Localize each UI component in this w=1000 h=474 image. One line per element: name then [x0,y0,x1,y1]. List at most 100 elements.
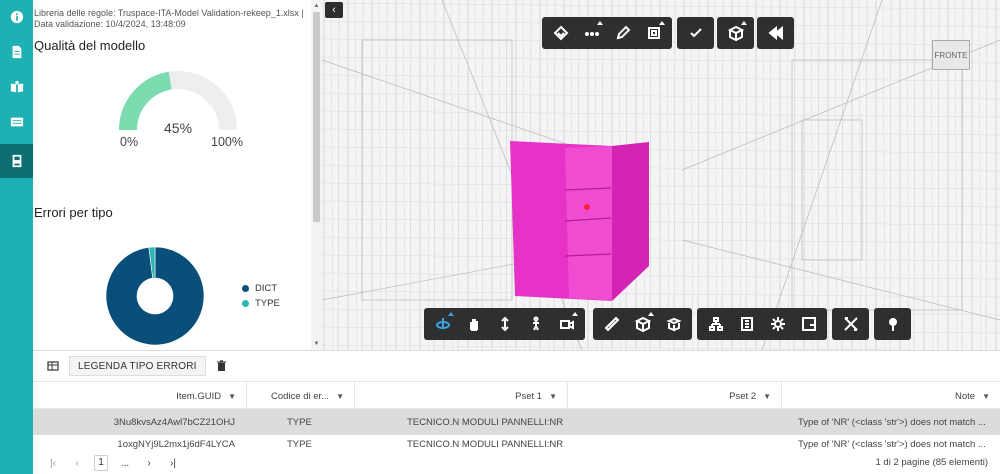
collapse-panel-button[interactable]: ‹ [325,2,343,18]
camera-button[interactable] [551,308,582,340]
model-browser-button[interactable] [700,308,731,340]
errors-grid: LEGENDA TIPO ERRORI Item.GUID ▼ Codice di… [33,350,1000,474]
properties-button[interactable] [731,308,762,340]
quality-title: Qualità del modello [34,38,146,53]
page-ellipsis[interactable]: ... [113,458,137,469]
scroll-thumb[interactable] [313,12,320,222]
orbit-tool-button[interactable] [427,308,458,340]
cube-plus-button[interactable] [720,17,751,49]
validate-check-button[interactable] [680,17,711,49]
validation-date-text: Data validazione: 10/4/2024, 13:48:09 [34,19,186,29]
document-icon [12,45,21,59]
col-header-pset2[interactable]: Pset 2 ▼ [568,382,782,410]
rewind-icon [767,25,783,41]
rail-item-card[interactable] [0,105,33,139]
filter-icon[interactable]: ▼ [549,392,557,401]
col-label-note: Note [955,390,976,402]
bottom-toolbar-model [697,308,827,340]
view-cube[interactable]: FRONTE [932,40,970,70]
panel-scrollbar[interactable]: ▲ ▼ [311,0,322,350]
legend-swatch-type [242,300,249,307]
legend-item-type[interactable]: TYPE [242,298,280,309]
grid-toolbar: LEGENDA TIPO ERRORI [33,351,1000,381]
explode-button[interactable] [658,308,689,340]
layers-tool-button[interactable] [545,17,576,49]
dots-tool-button[interactable] [576,17,607,49]
wireframe-scene [322,0,1000,350]
top-toolbar-group-3 [717,17,754,49]
section-button[interactable] [627,308,658,340]
filter-icon[interactable]: ▼ [763,392,771,401]
rail-item-document[interactable] [0,35,33,69]
pin-button[interactable] [877,308,908,340]
last-page-button[interactable]: ›| [161,458,185,469]
markup-pencil-button[interactable] [607,17,638,49]
dots-icon [584,32,599,36]
col-label-guid: Item.GUID [176,390,222,402]
rail-item-report[interactable] [0,144,33,178]
model-viewer[interactable]: ‹ FRONTE [322,0,1000,350]
page-button-current[interactable]: 1 [94,455,108,471]
report-panel: Libreria delle regole: Truspace-ITA-Mode… [33,0,322,350]
vertical-move-icon [500,316,509,332]
prev-page-button[interactable]: ‹ [65,458,89,469]
tools-button[interactable] [835,308,866,340]
validation-meta: Libreria delle regole: Truspace-ITA-Mode… [34,8,304,30]
first-person-button[interactable] [520,308,551,340]
bottom-toolbar-tools [832,308,869,340]
cube-plus-icon [727,25,744,41]
scroll-down-arrow[interactable]: ▼ [313,340,320,348]
legenda-button[interactable]: LEGENDA TIPO ERRORI [69,356,206,376]
bookmark-book-icon [12,154,21,168]
col-label-pset2: Pset 2 [729,390,757,402]
settings-button[interactable] [762,308,793,340]
left-rail [0,0,33,474]
book-open-icon [10,80,23,93]
first-page-button[interactable]: |‹ [41,458,65,469]
rail-item-book[interactable] [0,70,33,104]
scroll-up-arrow[interactable]: ▲ [313,2,320,10]
grid-header: Item.GUID ▼ Codice di er... ▼ Pset 1 ▼ Pset… [33,381,1000,410]
person-walk-icon [532,316,539,331]
crop-box-button[interactable] [638,17,669,49]
layers-diamond-icon [553,25,568,41]
filter-icon[interactable]: ▼ [228,392,236,401]
gauge-value: 45% [164,120,193,136]
rewind-button[interactable] [760,17,791,49]
bottom-toolbar-pin [874,308,911,340]
errors-title: Errori per tipo [34,205,113,220]
pan-tool-button[interactable] [458,308,489,340]
rail-item-info[interactable] [0,0,33,34]
col-header-pset1[interactable]: Pset 1 ▼ [355,382,568,410]
table-icon[interactable] [47,360,59,372]
filter-icon[interactable]: ▼ [336,392,344,401]
ruler-icon [604,316,619,332]
bottom-toolbar-navigation [424,308,585,340]
legend-label-dict: DICT [255,283,278,294]
info-icon [10,10,23,24]
col-header-guid[interactable]: Item.GUID ▼ [33,382,247,410]
pager-info: 1 di 2 pagine (85 elementi) [875,457,989,468]
measure-button[interactable] [596,308,627,340]
legend-item-dict[interactable]: DICT [242,283,277,294]
hand-pan-icon [469,319,478,331]
gauge-max-label: 100% [211,135,243,149]
vertical-move-button[interactable] [489,308,520,340]
trash-icon[interactable] [216,360,227,372]
fullscreen-button[interactable] [793,308,824,340]
col-header-code[interactable]: Codice di er... ▼ [247,382,355,410]
col-label-pset1: Pset 1 [515,390,543,402]
selected-element-highlight[interactable] [507,138,657,308]
errors-donut-chart [105,246,205,346]
crop-box-icon [647,27,660,39]
hierarchy-icon [708,317,723,331]
properties-icon [740,317,753,331]
card-icon [10,117,23,127]
orbit-icon [435,318,450,329]
check-icon [689,28,702,38]
section-cube-icon [634,316,651,332]
next-page-button[interactable]: › [137,458,161,469]
filter-icon[interactable]: ▼ [982,392,990,401]
app-root: Libreria delle regole: Truspace-ITA-Mode… [0,0,1000,474]
col-header-note[interactable]: Note ▼ [782,382,1000,410]
